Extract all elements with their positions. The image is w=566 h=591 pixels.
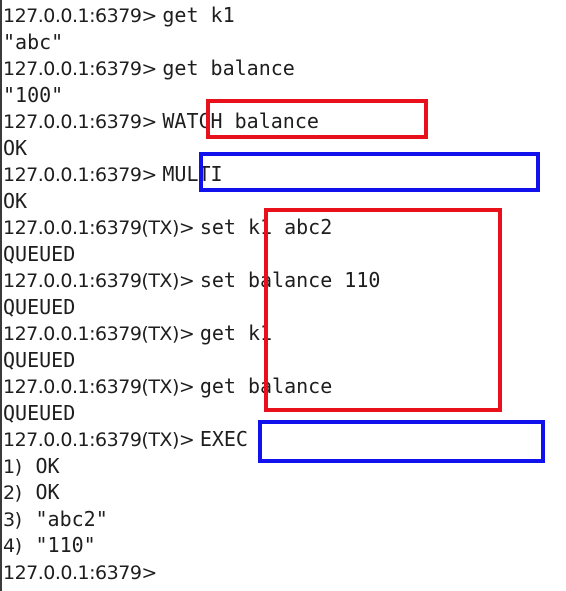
prompt: 127.0.0.1:6379(TX)>: [3, 217, 200, 239]
output-text: QUEUED: [3, 401, 76, 425]
command-text: get k1: [162, 3, 235, 27]
terminal-window[interactable]: 127.0.0.1:6379> get k1 "abc" 127.0.0.1:6…: [0, 0, 566, 591]
result-index: 2): [3, 482, 22, 504]
output-text: QUEUED: [3, 242, 76, 266]
result-index: 4): [3, 535, 22, 557]
terminal-line: 2) OK: [3, 479, 60, 506]
terminal-line: 4) "110": [3, 532, 96, 559]
result-index: 1): [3, 456, 22, 478]
output-text: OK: [3, 136, 28, 160]
output-text: OK: [3, 189, 28, 213]
terminal-line: OK: [3, 188, 27, 215]
terminal-line: "100": [3, 82, 63, 109]
exec-highlight-box: [258, 420, 545, 463]
terminal-line: 127.0.0.1:6379> get k1: [3, 2, 235, 29]
terminal-line: 127.0.0.1:6379> MULTI: [3, 161, 223, 188]
terminal-line: QUEUED: [3, 294, 75, 321]
prompt: 127.0.0.1:6379(TX)>: [3, 323, 200, 345]
watch-highlight-box: [206, 99, 428, 139]
terminal-line: 1) OK: [3, 453, 60, 480]
command-text: EXEC: [199, 427, 248, 451]
terminal-line: 127.0.0.1:6379> get balance: [3, 55, 295, 82]
multi-highlight-box: [199, 152, 540, 192]
queued-commands-highlight-box: [264, 208, 502, 412]
terminal-line: 127.0.0.1:6379(TX)> EXEC: [3, 426, 248, 453]
terminal-line: "abc": [3, 29, 63, 56]
output-text: "abc": [3, 30, 64, 54]
terminal-line[interactable]: 127.0.0.1:6379>: [3, 559, 162, 586]
result-index: 3): [3, 509, 22, 531]
prompt: 127.0.0.1:6379(TX)>: [3, 270, 200, 292]
command-text: get balance: [162, 56, 295, 80]
prompt: 127.0.0.1:6379>: [3, 562, 163, 584]
terminal-line: QUEUED: [3, 241, 75, 268]
terminal-line: 127.0.0.1:6379(TX)> get k1: [3, 320, 272, 347]
output-text: "abc2": [35, 507, 108, 531]
output-text: "110": [35, 533, 96, 557]
output-text: QUEUED: [3, 348, 76, 372]
output-text: QUEUED: [3, 295, 76, 319]
prompt: 127.0.0.1:6379(TX)>: [3, 429, 200, 451]
terminal-line: QUEUED: [3, 400, 75, 427]
prompt: 127.0.0.1:6379>: [3, 164, 163, 186]
output-text: "100": [3, 83, 64, 107]
terminal-line: QUEUED: [3, 347, 75, 374]
prompt: 127.0.0.1:6379(TX)>: [3, 376, 200, 398]
output-text: OK: [35, 454, 60, 478]
terminal-line: 3) "abc2": [3, 506, 108, 533]
output-text: OK: [35, 480, 60, 504]
prompt: 127.0.0.1:6379>: [3, 111, 163, 133]
command-text: get k1: [199, 321, 273, 345]
prompt: 127.0.0.1:6379>: [3, 58, 163, 80]
left-edge-bar: [0, 0, 2, 591]
prompt: 127.0.0.1:6379>: [3, 5, 163, 27]
terminal-line: OK: [3, 135, 27, 162]
